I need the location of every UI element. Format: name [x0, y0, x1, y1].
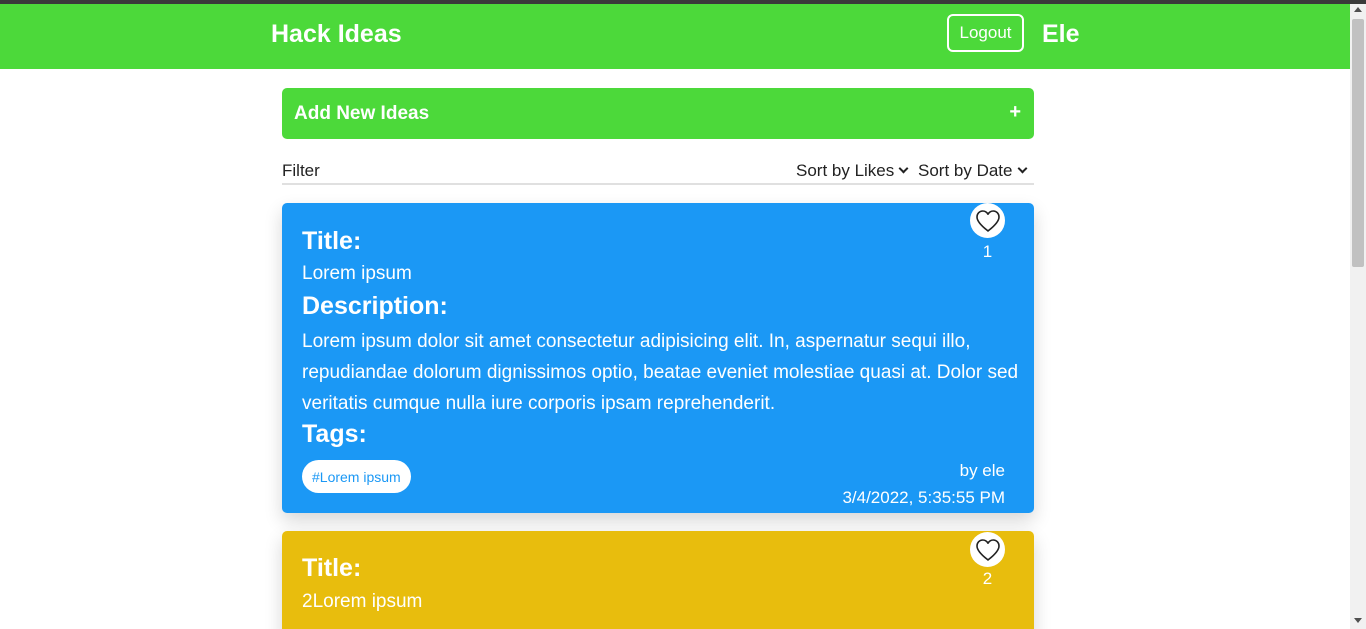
title-label: Title:	[302, 227, 362, 255]
description-label: Description:	[302, 292, 448, 320]
logout-button[interactable]: Logout	[947, 14, 1024, 52]
like-count: 1	[982, 242, 993, 261]
page-scrollbar[interactable]	[1350, 4, 1366, 629]
filter-sort-bar: Filter Sort by Likes Sort by Date	[282, 159, 1034, 185]
sort-by-likes-dropdown[interactable]: Sort by Likes	[796, 161, 909, 181]
chevron-down-icon	[898, 163, 909, 174]
current-username: Ele	[1042, 20, 1080, 48]
sort-by-date-label: Sort by Date	[918, 161, 1013, 180]
heart-outline-icon	[975, 209, 1000, 232]
scroll-down-arrow-icon[interactable]	[1354, 618, 1362, 623]
chevron-down-icon	[1017, 163, 1027, 174]
like-button[interactable]	[970, 532, 1005, 567]
tag-chip[interactable]: #Lorem ipsum	[302, 460, 411, 493]
heart-outline-icon	[975, 538, 1000, 561]
add-new-ideas-label: Add New Ideas	[294, 103, 430, 124]
tags-label: Tags:	[302, 420, 367, 448]
sort-by-date-dropdown[interactable]: Sort by Date	[918, 161, 1027, 181]
idea-title: 2Lorem ipsum	[302, 591, 423, 612]
like-count: 2	[982, 569, 993, 588]
filter-label[interactable]: Filter	[282, 161, 320, 181]
idea-timestamp: 3/4/2022, 5:35:55 PM	[842, 488, 1005, 507]
sort-by-likes-label: Sort by Likes	[796, 161, 895, 180]
scrollbar-thumb[interactable]	[1352, 19, 1364, 267]
like-button[interactable]	[970, 203, 1005, 238]
navbar: Hack Ideas Logout Ele	[0, 4, 1350, 69]
plus-icon: +	[1009, 101, 1021, 123]
idea-card: 2 Title: 2Lorem ipsum	[282, 531, 1034, 629]
app-brand[interactable]: Hack Ideas	[271, 20, 402, 49]
add-new-ideas-button[interactable]: Add New Ideas +	[282, 88, 1034, 139]
title-label: Title:	[302, 554, 362, 582]
idea-author: by ele	[959, 461, 1005, 480]
idea-description: Lorem ipsum dolor sit amet consectetur a…	[302, 331, 1019, 414]
idea-card: 1 Title: Lorem ipsum Description: Lorem …	[282, 203, 1034, 513]
idea-title: Lorem ipsum	[302, 263, 412, 284]
scroll-up-arrow-icon[interactable]	[1354, 7, 1362, 12]
